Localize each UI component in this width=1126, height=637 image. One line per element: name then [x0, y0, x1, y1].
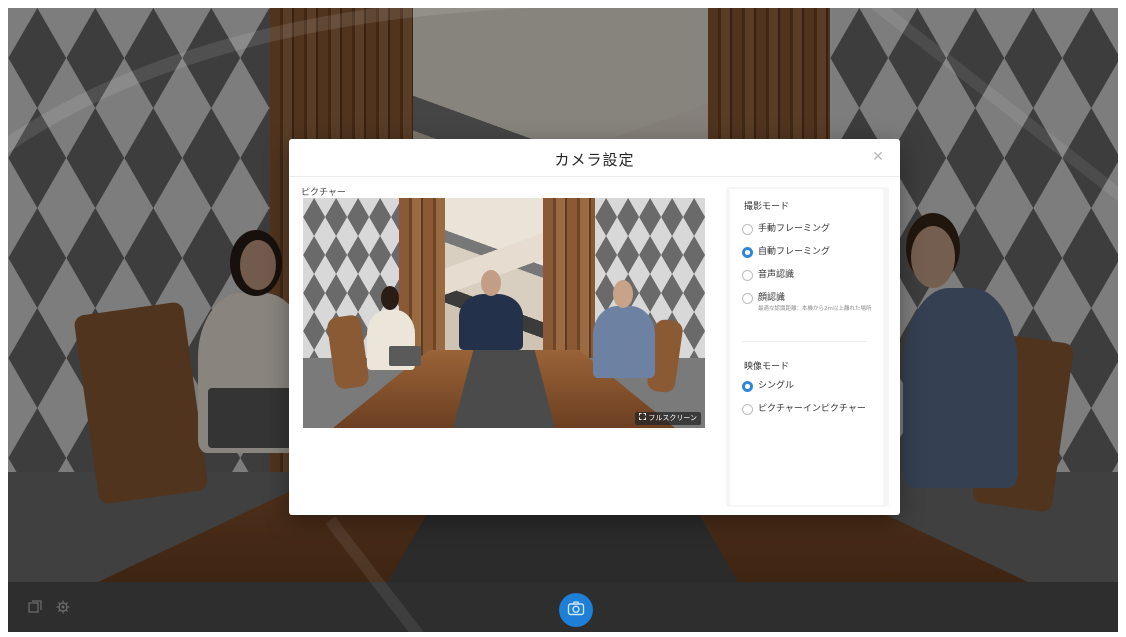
title-divider — [289, 176, 900, 177]
fullscreen-label: フルスクリーン — [648, 414, 697, 422]
option-manual-framing[interactable]: 手動フレーミング — [742, 224, 830, 235]
radio-manual-framing[interactable] — [742, 224, 753, 235]
camera-preview: フルスクリーン — [303, 198, 705, 428]
option-auto-framing[interactable]: 自動フレーミング — [742, 247, 830, 258]
picture-label: ピクチャー — [301, 188, 346, 198]
dialog-title: カメラ設定 — [554, 151, 635, 169]
preview-person-left-head — [381, 286, 399, 310]
camera-settings-button[interactable] — [559, 593, 593, 627]
section-divider — [742, 341, 867, 342]
option-label: 音声認識 — [758, 270, 795, 280]
option-voice-recognition[interactable]: 音声認識 — [742, 270, 794, 281]
option-label: シングル — [758, 381, 795, 391]
preview-person-center — [459, 294, 523, 350]
camera-icon — [567, 600, 585, 620]
preview-person-right — [593, 306, 655, 378]
option-single[interactable]: シングル — [742, 381, 794, 392]
option-label: 顔認識 — [758, 293, 786, 303]
expand-icon — [639, 412, 647, 425]
option-label: ピクチャーインピクチャー — [758, 404, 866, 414]
option-sublabel: 最適な認識距離：本機から2m以上離れた場所 — [758, 306, 872, 312]
preview-wood-right — [543, 198, 597, 363]
option-picture-in-picture[interactable]: ピクチャーインピクチャー — [742, 404, 866, 415]
radio-auto-framing[interactable] — [742, 247, 753, 258]
preview-person-right-head — [613, 280, 633, 308]
fullscreen-button[interactable]: フルスクリーン — [635, 412, 701, 425]
bottom-toolbar — [8, 582, 1118, 632]
shooting-mode-title: 撮影モード — [744, 202, 790, 212]
settings-icon[interactable] — [56, 600, 70, 617]
radio-voice-recognition[interactable] — [742, 270, 753, 281]
option-label: 自動フレーミング — [758, 247, 831, 257]
layout-icon[interactable] — [28, 600, 42, 617]
radio-single[interactable] — [742, 381, 753, 392]
video-mode-title: 映像モード — [744, 362, 790, 372]
radio-face-recognition[interactable] — [742, 293, 753, 304]
options-panel-inner: 撮影モード 手動フレーミング 自動フレーミング 音声認識 顔認識 最適な認識距離… — [730, 189, 883, 505]
preview-laptop — [389, 346, 421, 366]
close-icon[interactable]: ✕ — [870, 149, 886, 165]
option-face-recognition[interactable]: 顔認識 最適な認識距離：本機から2m以上離れた場所 — [742, 293, 876, 313]
option-label: 手動フレーミング — [758, 224, 831, 234]
camera-settings-dialog: カメラ設定 ✕ ピクチャー フルスクリーン 撮影モード 手動フレーミング 自動フ… — [289, 139, 900, 515]
radio-picture-in-picture[interactable] — [742, 404, 753, 415]
preview-person-center-head — [481, 270, 501, 296]
options-panel: 撮影モード 手動フレーミング 自動フレーミング 音声認識 顔認識 最適な認識距離… — [726, 187, 889, 507]
